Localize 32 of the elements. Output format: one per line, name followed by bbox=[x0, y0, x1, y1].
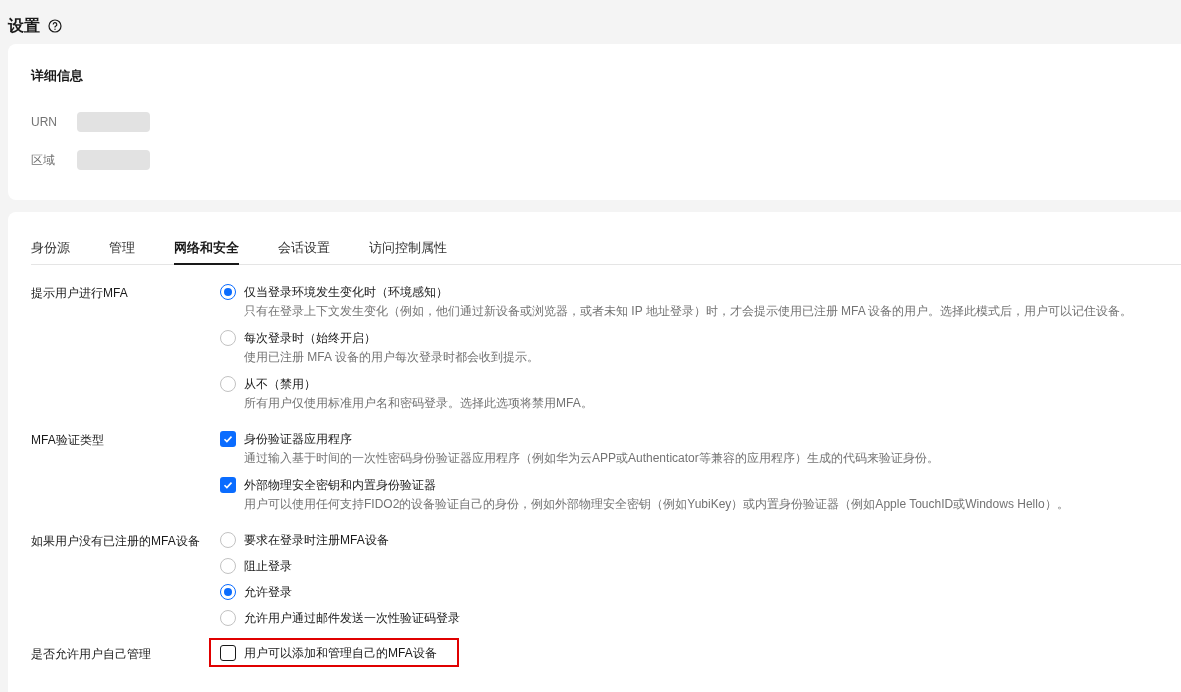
option-label[interactable]: 要求在登录时注册MFA设备 bbox=[244, 530, 389, 549]
card-title: 详细信息 bbox=[31, 67, 84, 85]
option-label[interactable]: 阻止登录 bbox=[244, 556, 292, 575]
field-label: 区域 bbox=[31, 151, 56, 169]
tab[interactable]: 会话设置 bbox=[278, 238, 330, 265]
option-label[interactable]: 允许用户通过邮件发送一次性验证码登录 bbox=[244, 608, 460, 627]
option-description: 通过输入基于时间的一次性密码身份验证器应用程序（例如华为云APP或Authenticator等兼容的应用程序）生成的代码来验证身份。 bbox=[243, 450, 940, 467]
checkbox[interactable] bbox=[220, 430, 236, 447]
tab[interactable]: 网络和安全 bbox=[174, 238, 239, 265]
option-label[interactable]: 仅当登录环境发生变化时（环境感知） bbox=[244, 282, 448, 301]
option-label[interactable]: 允许登录 bbox=[244, 582, 292, 601]
option-label[interactable]: 用户可以添加和管理自己的MFA设备 bbox=[244, 643, 437, 662]
option-description: 用户可以使用任何支持FIDO2的设备验证自己的身份，例如外部物理安全密钥（例如YubiKey）或内置身份验证器（例如Apple TouchID或Windows Hello）。 bbox=[243, 496, 1069, 513]
setting-label: 是否允许用户自己管理 bbox=[31, 646, 152, 663]
option-label[interactable]: 身份验证器应用程序 bbox=[244, 429, 352, 448]
help-icon[interactable] bbox=[48, 19, 62, 33]
tab[interactable]: 管理 bbox=[109, 238, 135, 265]
option-label[interactable]: 每次登录时（始终开启） bbox=[244, 328, 376, 347]
field-label: URN bbox=[31, 113, 58, 131]
setting-label: 如果用户没有已注册的MFA设备 bbox=[31, 533, 201, 550]
tab[interactable]: 身份源 bbox=[31, 238, 70, 265]
tab[interactable]: 访问控制属性 bbox=[369, 238, 447, 265]
setting-label: 提示用户进行MFA bbox=[31, 285, 129, 302]
checkbox[interactable] bbox=[220, 476, 236, 493]
option-description: 所有用户仅使用标准用户名和密码登录。选择此选项将禁用MFA。 bbox=[243, 395, 594, 412]
option-description: 只有在登录上下文发生变化（例如，他们通过新设备或浏览器，或者未知 IP 地址登录）时，才会提示使用已注册 MFA 设备的用户。选择此模式后，用户可以记住设备。 bbox=[243, 303, 1133, 320]
option-description: 使用已注册 MFA 设备的用户每次登录时都会收到提示。 bbox=[243, 349, 540, 366]
option-label[interactable]: 从不（禁用） bbox=[244, 374, 316, 393]
option-label[interactable]: 外部物理安全密钥和内置身份验证器 bbox=[244, 475, 436, 494]
page-title: 设置 bbox=[8, 16, 40, 36]
checkbox[interactable] bbox=[220, 644, 236, 661]
setting-label: MFA验证类型 bbox=[31, 432, 105, 449]
